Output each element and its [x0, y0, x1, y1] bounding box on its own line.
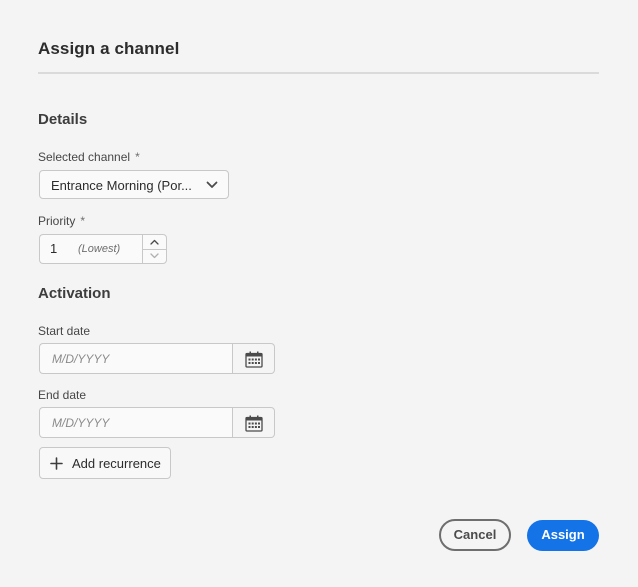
start-date-calendar-button[interactable] [232, 343, 275, 374]
end-date-label: End date [38, 388, 87, 402]
end-date-placeholder: M/D/YYYY [52, 416, 110, 430]
priority-stepper: 1 (Lowest) [39, 234, 167, 264]
channel-picker-value: Entrance Morning (Por... [51, 178, 192, 193]
details-heading: Details [38, 111, 88, 128]
title-divider [38, 72, 599, 74]
end-date-calendar-button[interactable] [232, 407, 275, 438]
add-recurrence-button[interactable]: Add recurrence [39, 447, 171, 479]
increment-button[interactable] [143, 235, 166, 250]
priority-label: Priority * [38, 214, 85, 228]
calendar-icon [245, 351, 263, 368]
required-asterisk: * [135, 150, 140, 164]
assign-label: Assign [541, 527, 585, 542]
start-date-field: M/D/YYYY [39, 343, 275, 374]
chevron-down-icon [150, 253, 159, 259]
start-date-label: Start date [38, 324, 91, 338]
add-recurrence-label: Add recurrence [72, 456, 161, 471]
priority-value: 1 [50, 241, 58, 256]
priority-hint: (Lowest) [78, 243, 121, 255]
activation-heading: Activation [38, 285, 111, 302]
start-date-placeholder: M/D/YYYY [52, 352, 110, 366]
chevron-down-icon [206, 181, 218, 188]
start-date-input[interactable]: M/D/YYYY [39, 343, 232, 374]
assign-channel-dialog: Assign a channel Details Selected channe… [0, 0, 638, 587]
cancel-label: Cancel [453, 527, 497, 542]
plus-icon [50, 457, 63, 470]
assign-button[interactable]: Assign [527, 520, 599, 551]
calendar-icon [245, 415, 263, 432]
decrement-button[interactable] [143, 249, 166, 263]
priority-label-text: Priority [38, 214, 76, 228]
dialog-title: Assign a channel [38, 39, 180, 58]
selected-channel-label-text: Selected channel [38, 150, 131, 164]
cancel-button[interactable]: Cancel [439, 519, 511, 551]
end-date-field: M/D/YYYY [39, 407, 275, 438]
selected-channel-label: Selected channel * [38, 150, 140, 164]
chevron-up-icon [150, 239, 159, 245]
stepper-buttons [142, 234, 167, 264]
priority-input[interactable]: 1 (Lowest) [39, 234, 142, 264]
end-date-input[interactable]: M/D/YYYY [39, 407, 232, 438]
required-asterisk: * [80, 214, 86, 228]
channel-picker[interactable]: Entrance Morning (Por... [39, 170, 229, 199]
